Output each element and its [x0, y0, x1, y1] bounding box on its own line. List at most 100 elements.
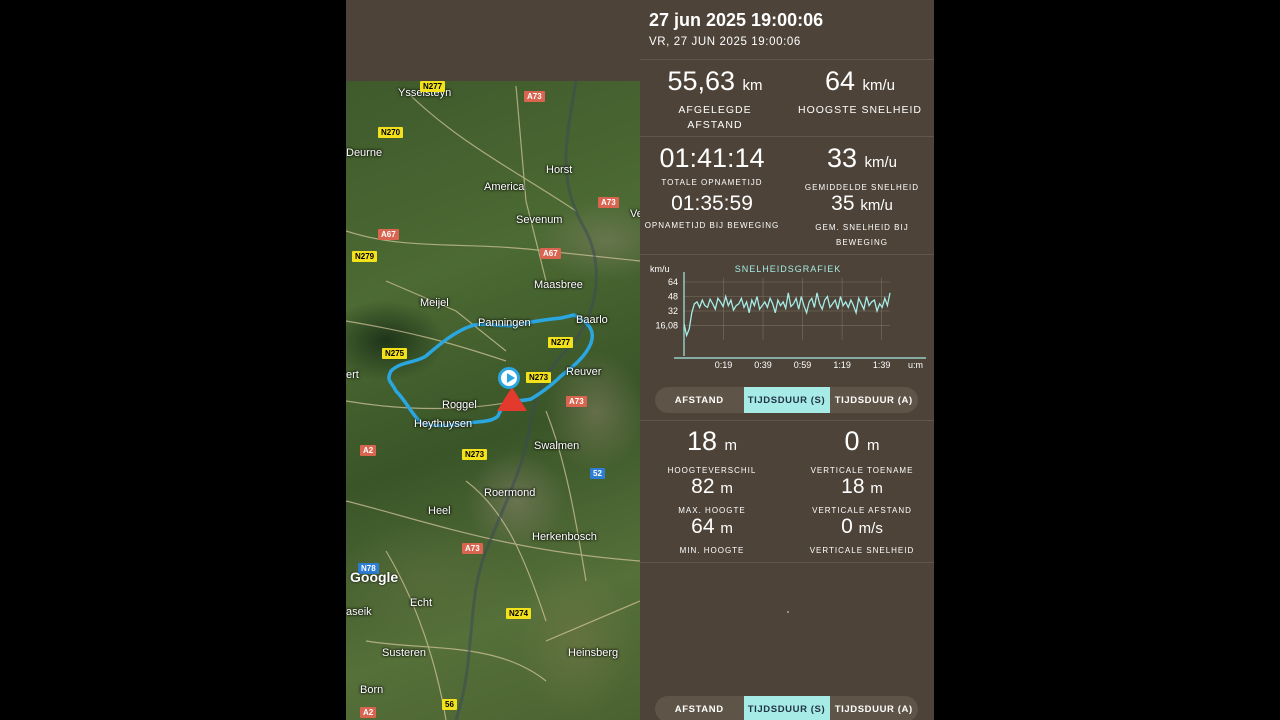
distance-value: 55,63	[667, 66, 736, 96]
place-label: Maasbree	[534, 279, 583, 291]
road-shield: N277	[420, 81, 446, 92]
chart-x-tick: 0:39	[754, 360, 772, 370]
total-time-value: 01:41:14	[659, 143, 765, 173]
distance-unit: km	[742, 77, 763, 94]
place-label: Heythuysen	[414, 418, 473, 430]
chart-y-tick: 32	[668, 306, 678, 316]
app-screen: Ysselsteyn Deurne Horst America Sevenum …	[346, 0, 934, 720]
moving-time-stat: 01:35:59 OPNAMETIJD BIJ BEWEGING	[640, 192, 784, 233]
road-shield: 56	[442, 699, 457, 710]
place-label: Swalmen	[534, 440, 580, 452]
place-label: Born	[360, 684, 384, 696]
chart-x-tick: 1:19	[833, 360, 851, 370]
start-marker-icon[interactable]	[498, 367, 520, 389]
place-label: ert	[346, 369, 359, 381]
place-label: Echt	[410, 597, 433, 609]
height-diff-value: 18	[686, 426, 718, 456]
chart-series-line	[683, 292, 891, 338]
end-marker-icon[interactable]	[497, 387, 527, 411]
toggle-option-duration-s[interactable]: TIJDSDUUR (S)	[743, 387, 830, 413]
place-label: Roermond	[484, 487, 536, 499]
avg-speed-unit: km/u	[864, 154, 898, 171]
vertical-speed-label: VERTICALE SNELHEID	[809, 546, 915, 555]
avg-speed-stat: 33 km/u GEMIDDELDE SNELHEID	[790, 143, 934, 195]
max-height-unit: m	[720, 480, 733, 497]
moving-time-value: 01:35:59	[671, 192, 753, 215]
loading-indicator	[787, 611, 789, 613]
vertical-speed-stat: 0 m/s VERTICALE SNELHEID	[790, 515, 934, 558]
toggle-option-duration-a[interactable]: TIJDSDUUR (A)	[830, 696, 919, 720]
place-label: Heel	[428, 505, 451, 517]
trip-header: 27 jun 2025 19:00:06 VR, 27 JUN 2025 19:…	[640, 0, 934, 60]
chart-y-unit: km/u	[650, 264, 670, 274]
place-label: Horst	[546, 164, 573, 176]
chart-axis-toggle-secondary: AFSTAND TIJDSDUUR (S) TIJDSDUUR (A)	[655, 696, 918, 720]
road-shield: A67	[378, 229, 399, 240]
place-label: America	[484, 181, 525, 193]
place-label: Meijel	[420, 297, 449, 309]
place-label: Deurne	[346, 147, 383, 159]
vertical-speed-unit: m/s	[858, 520, 883, 537]
divider	[640, 136, 934, 137]
speed-chart[interactable]: SNELHEIDSGRAFIEK km/u 64 48 32 16,08 0:19 0:39 0…	[640, 258, 934, 378]
google-logo: Google	[350, 569, 399, 585]
road-shield: A73	[598, 197, 619, 208]
chart-title: SNELHEIDSGRAFIEK	[735, 264, 842, 274]
max-speed-unit: km/u	[862, 77, 896, 94]
distance-stat: 55,63 km AFGELEGDE AFSTAND	[652, 66, 778, 133]
place-label: Sevenum	[516, 214, 563, 226]
toggle-option-distance[interactable]: AFSTAND	[655, 387, 744, 413]
moving-avg-speed-label: GEM. SNELHEID BIJ BEWEGING	[815, 223, 909, 247]
place-label: aseik	[346, 606, 372, 618]
moving-avg-speed-stat: 35 km/u GEM. SNELHEID BIJ BEWEGING	[802, 192, 922, 250]
divider	[640, 59, 934, 60]
trip-subtitle: VR, 27 JUN 2025 19:00:06	[649, 36, 801, 48]
chart-x-tick: 1:39	[873, 360, 891, 370]
height-diff-unit: m	[724, 437, 738, 454]
moving-avg-speed-unit: km/u	[860, 197, 893, 214]
max-speed-value: 64	[824, 66, 855, 96]
place-label: Reuver	[566, 366, 602, 378]
place-label: Herkenbosch	[532, 531, 597, 543]
chart-axis-toggle: AFSTAND TIJDSDUUR (S) TIJDSDUUR (A)	[655, 387, 918, 413]
max-height-stat: 82 m MAX. HOOGTE	[640, 475, 784, 518]
place-label: Susteren	[382, 647, 427, 659]
trip-title: 27 jun 2025 19:00:06	[649, 10, 824, 30]
min-height-unit: m	[720, 520, 733, 537]
road-shield: A73	[566, 396, 587, 407]
road-shield: N274	[506, 608, 532, 619]
road-shield: A73	[462, 543, 483, 554]
map-roads-layer	[346, 81, 640, 720]
avg-speed-value: 33	[826, 143, 857, 173]
vertical-gain-stat: 0 m VERTICALE TOENAME	[790, 426, 934, 478]
road-shield: A73	[524, 91, 545, 102]
place-label: Heinsberg	[568, 647, 619, 659]
height-diff-stat: 18 m HOOGTEVERSCHIL	[640, 426, 784, 478]
road-shield: 52	[590, 468, 605, 479]
min-height-stat: 64 m MIN. HOOGTE	[640, 515, 784, 558]
distance-label: AFGELEGDE AFSTAND	[678, 104, 752, 131]
max-height-value: 82	[691, 475, 715, 498]
max-speed-label: HOOGSTE SNELHEID	[798, 104, 922, 116]
chart-y-tick: 64	[668, 277, 678, 287]
min-height-label: MIN. HOOGTE	[679, 546, 745, 555]
divider	[640, 254, 934, 255]
road-shield: N273	[462, 449, 488, 460]
place-label: Ve	[630, 208, 640, 220]
toggle-option-duration-a[interactable]: TIJDSDUUR (A)	[830, 387, 919, 413]
moving-time-label: OPNAMETIJD BIJ BEWEGING	[644, 221, 780, 230]
road-shield: A2	[360, 707, 377, 718]
toggle-option-distance[interactable]: AFSTAND	[655, 696, 744, 720]
chart-x-unit: u:m	[908, 360, 923, 370]
toggle-option-duration-s[interactable]: TIJDSDUUR (S)	[743, 696, 830, 720]
chart-x-tick: 0:19	[715, 360, 733, 370]
road-shield: N279	[352, 251, 378, 262]
vertical-gain-unit: m	[867, 437, 880, 454]
place-label: Roggel	[442, 399, 477, 411]
chart-y-tick: 16,08	[655, 320, 678, 330]
vertical-speed-value: 0	[841, 515, 853, 538]
chart-x-tick: 0:59	[794, 360, 812, 370]
place-label: Panningen	[478, 317, 531, 329]
road-shield: N275	[382, 348, 408, 359]
route-map[interactable]: Ysselsteyn Deurne Horst America Sevenum …	[346, 81, 640, 720]
